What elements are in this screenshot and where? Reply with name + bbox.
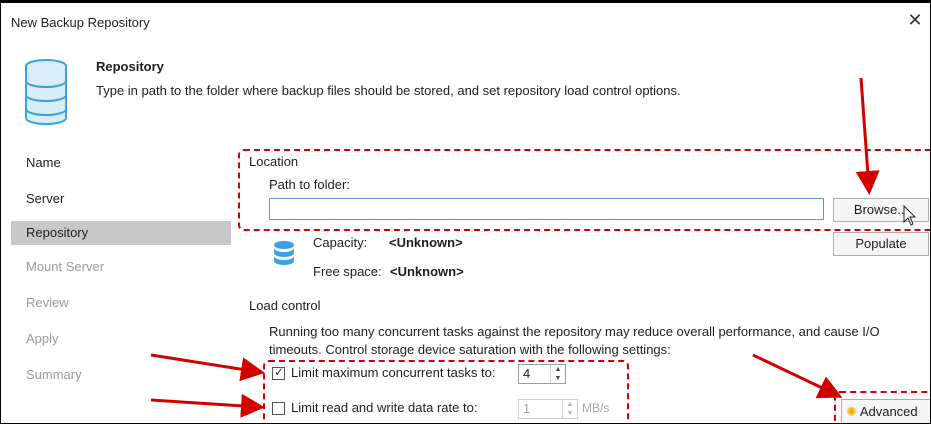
title-bar: New Backup Repository ✕ bbox=[1, 3, 930, 43]
nav-item-name[interactable]: Name bbox=[11, 153, 231, 189]
storage-icon bbox=[274, 241, 294, 265]
nav-item-apply: Apply bbox=[26, 331, 59, 346]
nav-item-mount-server: Mount Server bbox=[26, 259, 105, 274]
header-title: Repository bbox=[96, 59, 164, 74]
window-title: New Backup Repository bbox=[11, 15, 150, 30]
nav-item-repository[interactable]: Repository bbox=[11, 221, 231, 245]
load-control-desc-2: timeouts. Control storage device saturat… bbox=[269, 342, 671, 357]
arrow-to-limit-rate bbox=[150, 393, 265, 418]
free-space-value: <Unknown> bbox=[390, 264, 464, 279]
close-icon[interactable]: ✕ bbox=[904, 10, 926, 31]
nav-item-server[interactable]: Server bbox=[11, 189, 231, 225]
arrow-to-advanced bbox=[752, 353, 843, 399]
nav-item-summary: Summary bbox=[26, 367, 82, 382]
advanced-highlight bbox=[834, 391, 930, 423]
wizard-steps: Name Server Repository Mount Server Revi… bbox=[11, 153, 231, 401]
load-control-desc-1: Running too many concurrent tasks agains… bbox=[269, 324, 880, 339]
nav-item-review: Review bbox=[26, 295, 69, 310]
capacity-value: <Unknown> bbox=[389, 235, 463, 250]
limits-highlight bbox=[263, 360, 629, 423]
dialog-window: New Backup Repository ✕ Repository Type … bbox=[0, 0, 931, 424]
free-space-label: Free space: bbox=[313, 264, 382, 279]
header-description: Type in path to the folder where backup … bbox=[96, 83, 681, 98]
database-icon bbox=[25, 59, 67, 125]
populate-button[interactable]: Populate bbox=[833, 232, 929, 256]
load-control-label: Load control bbox=[249, 298, 321, 313]
location-highlight bbox=[238, 149, 930, 231]
capacity-label: Capacity: bbox=[313, 235, 368, 250]
